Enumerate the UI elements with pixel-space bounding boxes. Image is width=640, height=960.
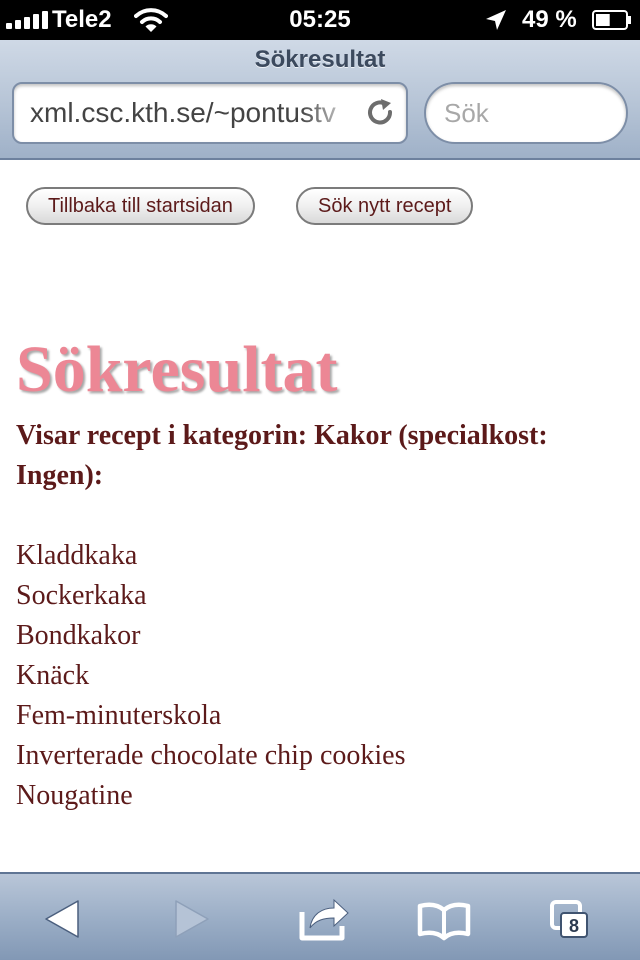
reload-icon[interactable] <box>366 98 396 128</box>
status-bar: Tele2 05:25 49 % <box>0 0 640 40</box>
recipe-item-bondkakor[interactable]: Bondkakor <box>16 616 405 656</box>
battery-icon <box>592 10 631 30</box>
category-subheading: Visar recept i kategorin: Kakor (special… <box>16 420 548 491</box>
battery-percent: 49 % <box>522 6 577 33</box>
share-button[interactable] <box>284 882 364 952</box>
address-bar-url: xml.csc.kth.se/~pontustv <box>30 97 336 128</box>
recipe-item-kladdkaka[interactable]: Kladdkaka <box>16 536 405 576</box>
browser-page-title: Sökresultat <box>254 46 386 73</box>
recipe-item-knack[interactable]: Knäck <box>16 656 405 696</box>
back-arrow-icon <box>45 900 79 938</box>
bookmarks-icon <box>417 902 471 941</box>
location-arrow-icon <box>486 10 506 30</box>
recipe-item-chocolate-chip-cookies[interactable]: Inverterade chocolate chip cookies <box>16 736 405 776</box>
page-content: Tillbaka till startsidan Sök nytt recept… <box>0 160 640 872</box>
browser-nav-bar: Sökresultat xml.csc.kth.se/~pontustv <box>0 40 640 160</box>
recipe-item-fem-minuterskola[interactable]: Fem-minuterskola <box>16 696 405 736</box>
pages-button[interactable]: 8 <box>534 882 614 952</box>
recipe-item-sockerkaka[interactable]: Sockerkaka <box>16 576 405 616</box>
forward-button[interactable] <box>152 882 232 952</box>
recipe-item-nougatine[interactable]: Nougatine <box>16 776 405 816</box>
back-to-start-button[interactable]: Tillbaka till startsidan <box>26 187 255 225</box>
search-input[interactable] <box>424 82 628 144</box>
page-heading: Sökresultat <box>16 333 338 406</box>
forward-arrow-icon <box>175 900 209 938</box>
browser-toolbar: 8 <box>0 872 640 960</box>
open-pages-count: 8 <box>560 912 588 938</box>
share-icon <box>299 898 349 941</box>
new-search-button[interactable]: Sök nytt recept <box>296 187 474 225</box>
address-bar[interactable]: xml.csc.kth.se/~pontustv <box>12 82 408 144</box>
back-button[interactable] <box>24 882 104 952</box>
bookmarks-button[interactable] <box>404 882 484 952</box>
recipe-list: Kladdkaka Sockerkaka Bondkakor Knäck Fem… <box>16 536 405 816</box>
